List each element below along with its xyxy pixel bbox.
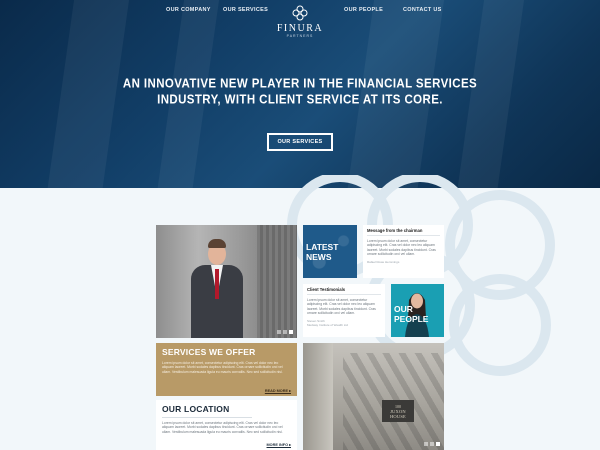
slider-dot[interactable] [277, 330, 281, 334]
building-plaque: 100 JUXON HOUSE [382, 400, 414, 422]
brand-tagline: PARTNERS [286, 34, 314, 38]
main-nav: OUR COMPANY OUR SERVICES OUR PEOPLE CONT… [0, 0, 600, 50]
logo-knot-icon [292, 5, 308, 21]
slider-dot[interactable] [430, 442, 434, 446]
brand-logo[interactable]: FINURA PARTNERS [272, 4, 328, 38]
photo-column [303, 343, 333, 450]
slider-dots[interactable] [277, 330, 293, 334]
photo-tie [215, 269, 219, 299]
plaque-name: JUXON HOUSE [389, 409, 406, 419]
photo-background [257, 225, 297, 338]
latest-news-tile[interactable]: LATEST NEWS [303, 225, 357, 278]
brand-name: FINURA [276, 23, 324, 34]
nav-contact-us[interactable]: CONTACT US [403, 7, 442, 13]
latest-news-label: LATEST NEWS [306, 242, 357, 262]
chairman-message-body: Lorem ipsum dolor sit amet, consectetur … [367, 239, 436, 257]
testimonials-title: Client Testimonials [307, 287, 381, 295]
photo-hair [208, 239, 226, 248]
chairman-message-author: Rafael Rowe Hemmings [367, 259, 400, 264]
hero-banner: OUR COMPANY OUR SERVICES OUR PEOPLE CONT… [0, 0, 600, 188]
headline-line-2: INDUSTRY, WITH CLIENT SERVICE AT ITS COR… [157, 93, 443, 107]
our-services-button[interactable]: OUR SERVICES [267, 133, 333, 151]
slider-dot-active[interactable] [436, 442, 440, 446]
slider-dot[interactable] [283, 330, 287, 334]
services-body: Lorem ipsum dolor sit amet, consectetur … [162, 361, 283, 374]
location-body: Lorem ipsum dolor sit amet, consectetur … [162, 421, 283, 434]
slider-dot-active[interactable] [289, 330, 293, 334]
latest-label-line-1: LATEST [306, 242, 339, 252]
slider-dots[interactable] [424, 442, 440, 446]
people-label-line-2: PEOPLE [394, 314, 429, 324]
people-label-line-1: OUR [394, 304, 413, 314]
nav-our-company[interactable]: OUR COMPANY [166, 7, 211, 13]
location-title: OUR LOCATION [162, 404, 252, 418]
advisor-photo[interactable] [156, 225, 297, 338]
location-more-info-link[interactable]: MORE INFO ▸ [267, 442, 291, 447]
nav-our-services[interactable]: OUR SERVICES [223, 7, 268, 13]
testimonial-company: Medway Institute of Wealth Ltd [307, 322, 348, 327]
services-read-more-link[interactable]: READ MORE ▸ [265, 388, 291, 393]
our-people-label: OUR PEOPLE [394, 304, 444, 324]
chairman-message-title: Message from the chairman [367, 228, 440, 236]
nav-our-people[interactable]: OUR PEOPLE [344, 7, 383, 13]
location-card[interactable]: OUR LOCATION Lorem ipsum dolor sit amet,… [156, 400, 297, 450]
client-testimonials-card[interactable]: Client Testimonials Lorem ipsum dolor si… [303, 284, 385, 337]
hero-headline: AN INNOVATIVE NEW PLAYER IN THE FINANCIA… [120, 76, 480, 108]
slider-dot[interactable] [424, 442, 428, 446]
latest-label-line-2: NEWS [306, 252, 332, 262]
headline-line-1: AN INNOVATIVE NEW PLAYER IN THE FINANCIA… [122, 77, 478, 91]
services-title: SERVICES WE OFFER [162, 347, 256, 357]
services-card[interactable]: SERVICES WE OFFER Lorem ipsum dolor sit … [156, 343, 297, 396]
chairman-message-card[interactable]: Message from the chairman Lorem ipsum do… [363, 225, 444, 278]
plaque-number: 100 [395, 404, 401, 409]
juxon-house-photo[interactable]: 100 JUXON HOUSE [303, 343, 444, 450]
testimonials-body: Lorem ipsum dolor sit amet, consectetur … [307, 298, 376, 316]
our-people-tile[interactable]: OUR PEOPLE [391, 284, 444, 337]
